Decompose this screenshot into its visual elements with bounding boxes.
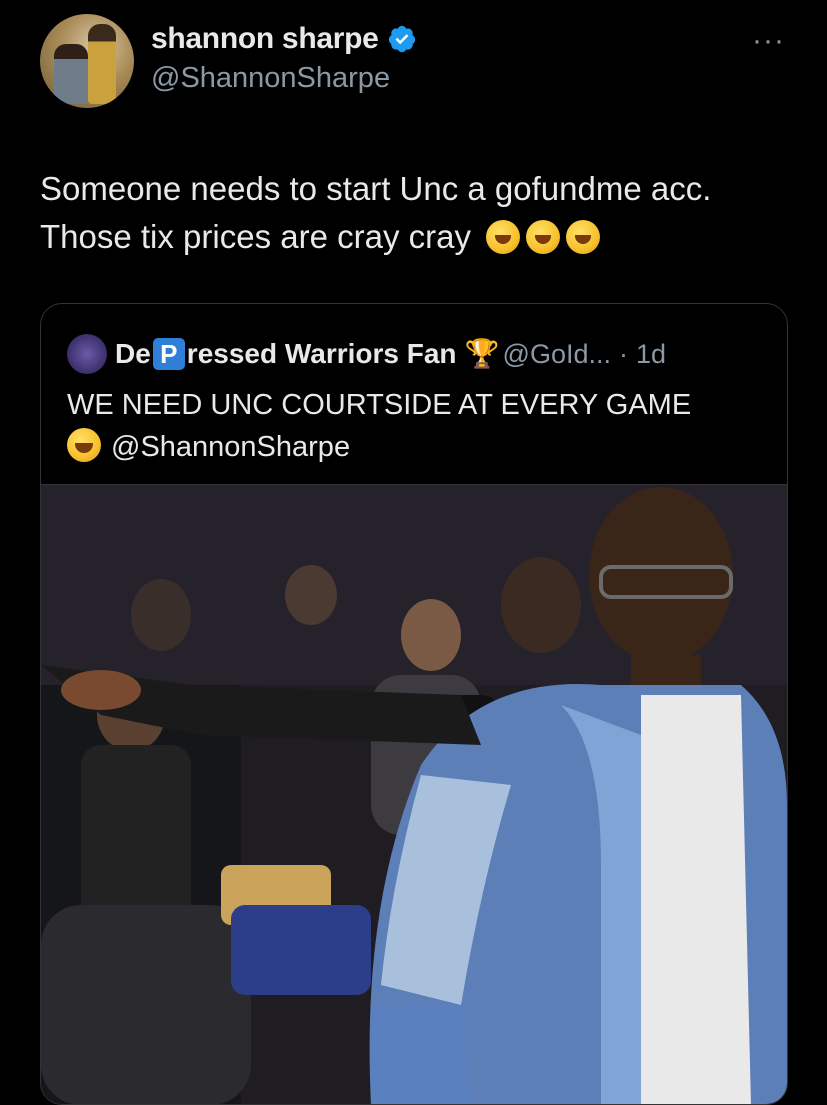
quoted-timestamp[interactable]: 1d	[636, 339, 666, 370]
tweet-text: Someone needs to start Unc a gofundme ac…	[40, 165, 800, 261]
quoted-text-line-1: WE NEED UNC COURTSIDE AT EVERY GAME	[67, 389, 692, 421]
quoted-separator: ·	[618, 338, 628, 369]
avatar-figure-right	[88, 24, 116, 104]
p-button-emoji-icon: P	[152, 338, 185, 370]
tears-of-joy-emoji-icon	[67, 428, 101, 462]
quoted-tweet-header: De Pressed Warriors Fan 🏆 @GoId... · 1d	[67, 334, 666, 374]
tweet-text-line-1: Someone needs to start Unc a gofundme ac…	[40, 170, 712, 207]
rofl-emoji-icon	[566, 220, 601, 254]
quoted-mention[interactable]: @ShannonSharpe	[111, 431, 350, 463]
rofl-emoji-icon	[526, 220, 561, 254]
author-handle[interactable]: @ShannonSharpe	[151, 62, 390, 95]
rofl-emoji-icon	[486, 220, 521, 254]
photo-illustration	[41, 485, 787, 1104]
quoted-tweet[interactable]: De Pressed Warriors Fan 🏆 @GoId... · 1d W…	[40, 303, 788, 1105]
verified-badge-icon	[388, 25, 415, 53]
quoted-name-suffix: ressed Warriors Fan	[186, 338, 457, 369]
quoted-name-prefix: De	[115, 338, 151, 369]
tweet-text-line-2-text: Those tix prices are cray cray	[40, 218, 471, 255]
quoted-tweet-photo[interactable]	[41, 484, 787, 1104]
trophy-icon: 🏆	[464, 338, 500, 369]
quoted-author-avatar[interactable]	[67, 334, 107, 374]
tweet-text-line-2: Those tix prices are cray cray	[40, 213, 800, 261]
author-display-name[interactable]: shannon sharpe	[151, 22, 379, 56]
author-name-row[interactable]: shannon sharpe	[151, 22, 417, 56]
more-options-icon[interactable]: ···	[752, 24, 785, 58]
avatar-figure-left	[54, 44, 88, 104]
author-avatar[interactable]	[40, 14, 134, 108]
quoted-text-line-2: @ShannonSharpe	[67, 426, 767, 468]
quoted-author-name[interactable]: De Pressed Warriors Fan	[115, 338, 457, 370]
quoted-tweet-text: WE NEED UNC COURTSIDE AT EVERY GAME @Sha…	[67, 384, 767, 468]
quoted-author-handle[interactable]: @GoId...	[503, 339, 611, 370]
